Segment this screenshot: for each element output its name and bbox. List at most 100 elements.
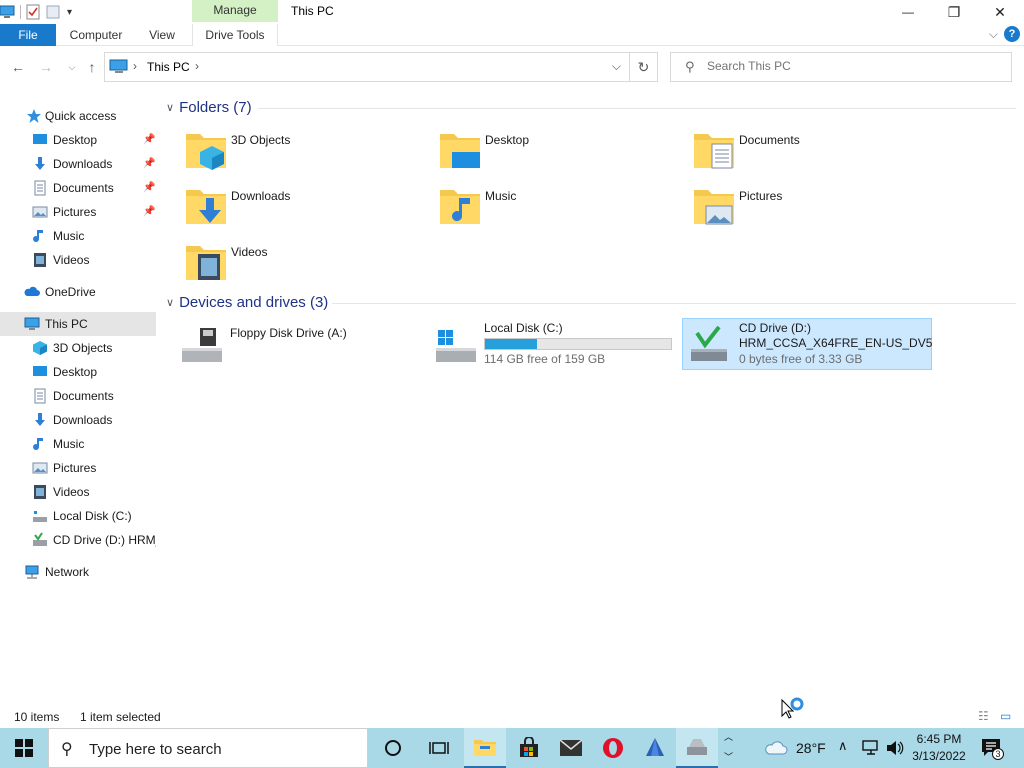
task-view-button[interactable] — [418, 728, 460, 768]
forward-arrow-icon[interactable]: → — [36, 57, 56, 77]
sidebar-item-downloads[interactable]: Downloads 📌 — [0, 152, 156, 176]
search-input[interactable] — [707, 59, 997, 73]
sidebar-item-onedrive[interactable]: OneDrive — [0, 280, 156, 304]
search-icon: ⚲ — [61, 741, 73, 758]
cortana-icon — [385, 740, 401, 756]
taskbar: ⚲ Type here to search ︿ ﹀ 28°F ∧ 6:45 PM… — [0, 728, 1024, 768]
volume-icon[interactable] — [886, 740, 904, 756]
taskbar-file-explorer[interactable] — [464, 728, 506, 768]
sidebar-item-desktop-pc[interactable]: Desktop — [0, 360, 156, 384]
new-folder-icon[interactable] — [45, 4, 61, 20]
sidebar-item-3d-objects[interactable]: 3D Objects — [0, 336, 156, 360]
tab-view[interactable]: View — [140, 24, 184, 46]
sidebar-item-pictures-pc[interactable]: Pictures — [0, 456, 156, 480]
taskbar-store[interactable] — [508, 728, 550, 768]
computer-icon[interactable] — [0, 4, 16, 20]
pin-icon[interactable]: 📌 — [143, 206, 155, 217]
sidebar-item-this-pc[interactable]: This PC — [0, 312, 156, 336]
sidebar-item-quick-access[interactable]: Quick access — [0, 104, 156, 128]
customize-qat-icon[interactable]: ▾ — [67, 7, 72, 18]
minimize-button[interactable]: — — [885, 0, 931, 24]
disk-usage-bar — [484, 338, 672, 350]
sidebar-item-music-pc[interactable]: Music — [0, 432, 156, 456]
tab-computer[interactable]: Computer — [62, 24, 130, 46]
folder-tile-desktop[interactable]: Desktop — [438, 128, 678, 178]
group-title: Folders (7) — [179, 98, 252, 116]
sidebar-item-network[interactable]: Network — [0, 560, 156, 584]
search-box[interactable]: ⚲ — [670, 52, 1012, 82]
help-icon[interactable]: ? — [1004, 26, 1020, 42]
sidebar-item-videos[interactable]: Videos — [0, 248, 156, 272]
cloud-icon — [24, 286, 40, 296]
music-folder-icon — [440, 190, 480, 224]
action-center-button[interactable]: 3 — [980, 736, 1004, 760]
group-divider — [332, 303, 1016, 304]
folder-tile-3d-objects[interactable]: 3D Objects — [184, 128, 424, 178]
sidebar-item-label: Local Disk (C:) — [53, 509, 132, 523]
folder-tile-videos[interactable]: Videos — [184, 240, 424, 290]
sidebar-item-videos-pc[interactable]: Videos — [0, 480, 156, 504]
drive-tile-local-disk[interactable]: Local Disk (C:) 114 GB free of 159 GB — [432, 318, 680, 370]
breadcrumb-separator-icon[interactable]: › — [195, 59, 199, 73]
show-hidden-icons-icon[interactable]: ∧ — [838, 738, 848, 754]
sidebar-item-music[interactable]: Music — [0, 224, 156, 248]
drive-tile-floppy[interactable]: Floppy Disk Drive (A:) — [178, 318, 426, 370]
sidebar-item-label: This PC — [45, 317, 88, 331]
taskbar-clock[interactable]: 6:45 PM 3/13/2022 — [906, 731, 972, 765]
cube-icon — [33, 341, 47, 355]
maximize-button[interactable]: ❐ — [931, 0, 977, 24]
folder-tile-music[interactable]: Music — [438, 184, 678, 234]
network-icon[interactable] — [862, 740, 880, 756]
breadcrumb-separator-icon[interactable]: › — [133, 59, 137, 73]
cortana-button[interactable] — [372, 728, 414, 768]
sidebar-item-downloads-pc[interactable]: Downloads — [0, 408, 156, 432]
sidebar-item-documents[interactable]: Documents 📌 — [0, 176, 156, 200]
breadcrumb[interactable]: This PC — [147, 60, 190, 74]
large-icons-view-icon[interactable]: ▭ — [1000, 709, 1011, 723]
taskbar-opera[interactable] — [592, 728, 634, 768]
details-view-icon[interactable]: ☷ — [978, 709, 989, 723]
recent-locations-icon[interactable]: ⌵ — [62, 57, 82, 77]
group-header-folders[interactable]: ∨ Folders (7) — [166, 97, 252, 117]
close-button[interactable]: ✕ — [977, 0, 1023, 24]
pin-icon[interactable]: 📌 — [143, 158, 155, 169]
properties-icon[interactable] — [25, 4, 41, 20]
expand-ribbon-icon[interactable]: ⌵ — [989, 27, 998, 42]
chevron-up-icon[interactable]: ︿ — [724, 730, 733, 743]
sidebar-item-label: Desktop — [53, 133, 98, 147]
back-arrow-icon[interactable]: ← — [8, 57, 28, 77]
pin-icon[interactable]: 📌 — [143, 182, 155, 193]
taskbar-mail[interactable] — [550, 728, 592, 768]
weather-temperature[interactable]: 28°F — [796, 740, 826, 756]
group-header-devices[interactable]: ∨ Devices and drives (3) — [166, 292, 328, 312]
refresh-button[interactable]: ↻ — [630, 52, 658, 82]
tab-file[interactable]: File — [0, 24, 56, 46]
documents-folder-icon — [694, 134, 734, 169]
up-arrow-icon[interactable]: ↑ — [82, 57, 102, 77]
taskbar-search-box[interactable]: ⚲ Type here to search — [48, 728, 368, 768]
pin-icon[interactable]: 📌 — [143, 134, 155, 145]
tab-manage[interactable]: Manage — [192, 0, 278, 22]
weather-cloud-icon[interactable] — [764, 739, 788, 757]
start-button[interactable] — [0, 728, 48, 768]
chevron-down-icon[interactable]: ⌵ — [612, 59, 621, 74]
chevron-down-icon[interactable]: ﹀ — [724, 750, 733, 763]
store-icon — [520, 737, 538, 757]
folder-tile-pictures[interactable]: Pictures — [692, 184, 932, 234]
folder-tile-downloads[interactable]: Downloads — [184, 184, 424, 234]
address-bar[interactable]: › This PC › ⌵ — [104, 52, 630, 82]
sidebar-item-local-disk[interactable]: Local Disk (C:) — [0, 504, 156, 528]
folder-tile-documents[interactable]: Documents — [692, 128, 932, 178]
windows-logo-icon — [15, 739, 33, 757]
sidebar-item-label: Pictures — [53, 205, 97, 219]
sidebar-item-pictures[interactable]: Pictures 📌 — [0, 200, 156, 224]
taskbar-drive-app[interactable] — [676, 728, 718, 768]
downloads-folder-icon — [186, 190, 226, 224]
drive-app-icon — [687, 739, 707, 755]
drive-tile-cd[interactable]: CD Drive (D:) HRM_CCSA_X64FRE_EN-US_DV5 … — [682, 318, 932, 370]
sidebar-item-cd-drive[interactable]: CD Drive (D:) HRM_CCSA_X64FRE_EN-US_DV5 — [0, 528, 156, 552]
taskbar-app-blue[interactable] — [634, 728, 676, 768]
sidebar-item-documents-pc[interactable]: Documents — [0, 384, 156, 408]
tab-drive-tools[interactable]: Drive Tools — [192, 24, 278, 46]
sidebar-item-desktop[interactable]: Desktop 📌 — [0, 128, 156, 152]
